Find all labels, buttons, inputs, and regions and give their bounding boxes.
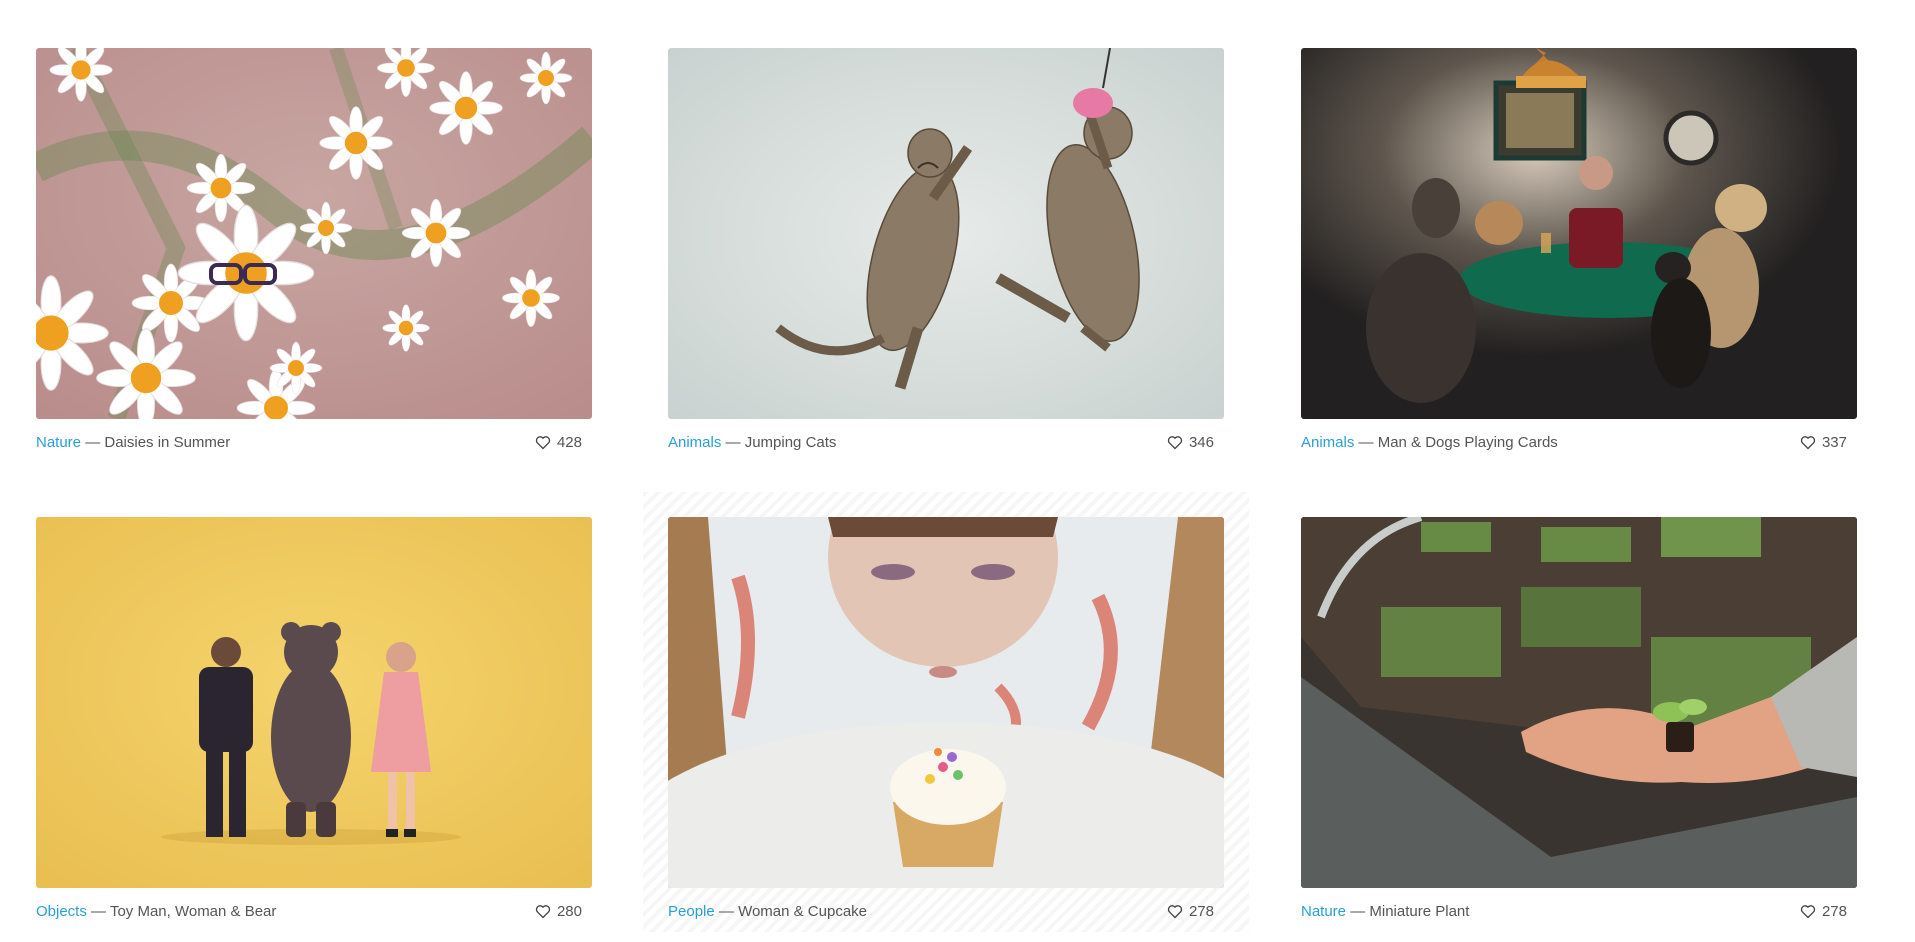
caption-text: Animals — Jumping Cats	[668, 434, 836, 451]
photo-card: Nature — Miniature Plant 278	[1301, 517, 1857, 922]
photo-card: Nature — Daisies in Summer 428	[36, 48, 592, 453]
photo-title: Jumping Cats	[744, 433, 837, 451]
like-button[interactable]: 428	[535, 434, 592, 451]
like-count: 278	[1188, 902, 1214, 920]
separator: —	[718, 902, 734, 920]
separator: —	[725, 433, 741, 451]
daisies-image	[36, 48, 592, 419]
separator: —	[1358, 433, 1374, 451]
photo-title: Woman & Cupcake	[738, 902, 868, 920]
photo-thumbnail-dogs-cards[interactable]	[1301, 48, 1857, 419]
photo-thumbnail-daisies[interactable]	[36, 48, 592, 419]
photo-caption: Animals — Jumping Cats 346	[668, 431, 1224, 453]
photo-thumbnail-jumping-cats[interactable]	[668, 48, 1224, 419]
like-button[interactable]: 346	[1167, 434, 1224, 451]
separator: —	[1350, 902, 1366, 920]
separator: —	[91, 902, 107, 920]
category-link[interactable]: People	[668, 903, 715, 920]
heart-outline-icon	[1167, 435, 1183, 449]
photo-card: Objects — Toy Man, Woman & Bear 280	[36, 517, 592, 922]
caption-text: Animals — Man & Dogs Playing Cards	[1301, 434, 1558, 451]
jumping-cats-image	[668, 48, 1224, 419]
photo-card-hovered: People — Woman & Cupcake 278	[643, 492, 1249, 932]
photo-title: Daisies in Summer	[104, 433, 231, 451]
category-link[interactable]: Animals	[1301, 434, 1354, 451]
like-count: 280	[556, 902, 582, 920]
photo-card: Animals — Jumping Cats 346	[668, 48, 1224, 453]
photo-thumbnail-toys[interactable]	[36, 517, 592, 888]
like-button[interactable]: 278	[1800, 903, 1857, 920]
caption-text: Nature — Miniature Plant	[1301, 903, 1469, 920]
photo-caption: Animals — Man & Dogs Playing Cards 337	[1301, 431, 1857, 453]
photo-gallery-grid: Nature — Daisies in Summer 428 Animals —…	[0, 0, 1915, 942]
woman-cupcake-image	[668, 517, 1224, 888]
photo-caption: Objects — Toy Man, Woman & Bear 280	[36, 900, 592, 922]
category-link[interactable]: Nature	[1301, 903, 1346, 920]
photo-title: Miniature Plant	[1369, 902, 1470, 920]
photo-title: Man & Dogs Playing Cards	[1377, 433, 1558, 451]
like-count: 337	[1821, 433, 1847, 451]
heart-outline-icon	[535, 904, 551, 918]
caption-text: People — Woman & Cupcake	[668, 903, 867, 920]
toy-man-woman-bear-image	[36, 517, 592, 888]
photo-caption: Nature — Miniature Plant 278	[1301, 900, 1857, 922]
like-button[interactable]: 280	[535, 903, 592, 920]
heart-outline-icon	[1800, 904, 1816, 918]
miniature-plant-image	[1301, 517, 1857, 888]
like-count: 346	[1188, 433, 1214, 451]
category-link[interactable]: Animals	[668, 434, 721, 451]
heart-outline-icon	[535, 435, 551, 449]
photo-caption: People — Woman & Cupcake 278	[668, 900, 1224, 922]
heart-outline-icon	[1167, 904, 1183, 918]
like-count: 278	[1821, 902, 1847, 920]
like-button[interactable]: 337	[1800, 434, 1857, 451]
photo-title: Toy Man, Woman & Bear	[109, 902, 277, 920]
category-link[interactable]: Objects	[36, 903, 87, 920]
caption-text: Nature — Daisies in Summer	[36, 434, 230, 451]
like-button[interactable]: 278	[1167, 903, 1224, 920]
category-link[interactable]: Nature	[36, 434, 81, 451]
photo-thumbnail-plant[interactable]	[1301, 517, 1857, 888]
photo-thumbnail-cupcake[interactable]	[668, 517, 1224, 888]
like-count: 428	[556, 433, 582, 451]
heart-outline-icon	[1800, 435, 1816, 449]
separator: —	[85, 433, 101, 451]
caption-text: Objects — Toy Man, Woman & Bear	[36, 903, 276, 920]
photo-card: Animals — Man & Dogs Playing Cards 337	[1301, 48, 1857, 453]
photo-caption: Nature — Daisies in Summer 428	[36, 431, 592, 453]
man-dogs-cards-image	[1301, 48, 1857, 419]
